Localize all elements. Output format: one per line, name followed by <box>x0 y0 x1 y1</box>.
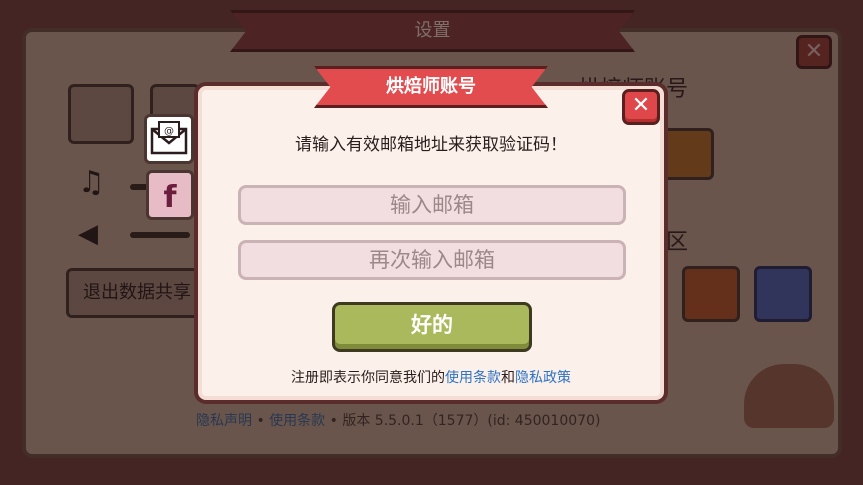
facebook-icon[interactable]: f <box>146 170 194 220</box>
privacy-policy-link[interactable]: 隐私政策 <box>515 370 571 386</box>
dialog-title: 烘焙师账号 <box>314 66 548 108</box>
ok-button[interactable]: 好的 <box>332 302 532 352</box>
svg-text:@: @ <box>164 126 174 137</box>
terms-prefix: 注册即表示你同意我们的 <box>291 370 445 386</box>
email-input[interactable] <box>238 185 626 225</box>
terms-notice: 注册即表示你同意我们的使用条款和隐私政策 <box>194 366 668 390</box>
dialog-instruction: 请输入有效邮箱地址来获取验证码！ <box>295 135 567 155</box>
mail-icon[interactable]: @ <box>144 114 194 164</box>
confirm-email-input[interactable] <box>238 240 626 280</box>
terms-and: 和 <box>501 370 515 386</box>
svg-text:f: f <box>163 180 177 215</box>
terms-of-use-link[interactable]: 使用条款 <box>445 370 501 386</box>
close-icon[interactable]: ✕ <box>622 89 660 125</box>
